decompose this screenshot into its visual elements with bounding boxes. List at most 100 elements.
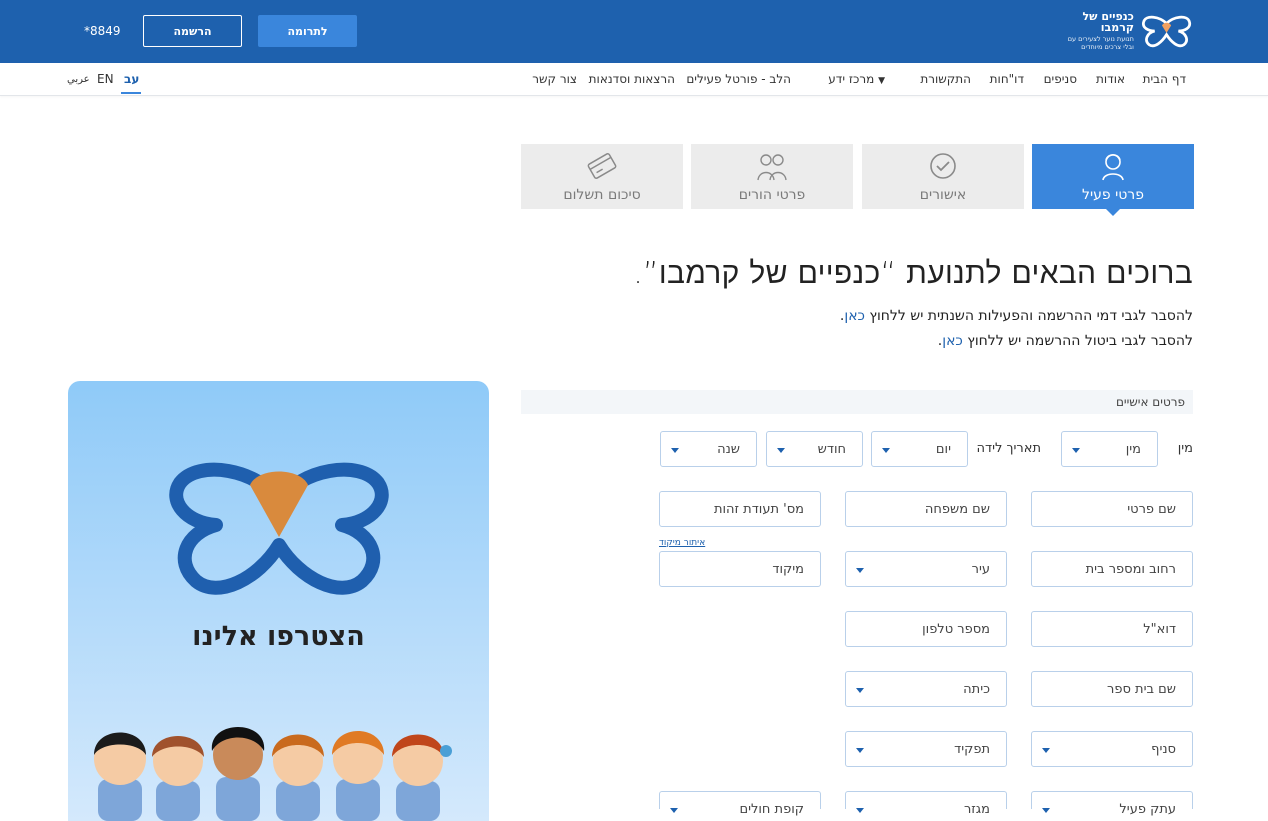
logo-tagline: תנועת נוער לצעירים עם <box>1067 34 1134 43</box>
info-text: להסבר לגבי ביטול ההרשמה יש ללחוץ <box>962 333 1193 349</box>
lang-hebrew[interactable]: עב <box>124 72 139 86</box>
checkmark-icon <box>930 153 956 179</box>
info-text: להסבר לגבי דמי ההרשמה והפעילות השנתית יש… <box>864 308 1193 324</box>
nav-item-reports[interactable]: דו"חות <box>990 72 1024 86</box>
phone-number[interactable]: *8849 <box>84 24 121 38</box>
active-lang-indicator <box>121 92 141 94</box>
birth-month-select[interactable]: חודש <box>766 431 863 467</box>
nav-item-about[interactable]: אודות <box>1096 72 1125 86</box>
placeholder: מספר טלפון <box>922 622 990 637</box>
select-value: שנה <box>717 442 740 457</box>
select-value: תפקיד <box>954 742 990 757</box>
id-number-field[interactable]: מס' תעודת זהות <box>659 491 821 527</box>
logo-tagline: ובלי צרכים מיוחדים <box>1081 43 1134 51</box>
chevron-down-icon <box>1072 448 1080 453</box>
step-active-details[interactable]: פרטי פעיל <box>1032 144 1194 209</box>
school-field[interactable]: שם בית ספר <box>1031 671 1193 707</box>
gender-select[interactable]: מין <box>1061 431 1158 467</box>
active-step-pointer <box>1106 209 1120 216</box>
butterfly-logo-icon <box>169 462 389 595</box>
birth-year-select[interactable]: שנה <box>660 431 757 467</box>
nav-item-portal[interactable]: הלב - פורטל פעילים <box>686 72 791 86</box>
chevron-down-icon <box>856 688 864 693</box>
cancellation-link[interactable]: כאן <box>942 333 963 349</box>
page-title: ברוכים הבאים לתנועת “כנפיים של קרמבו”. <box>633 256 1193 291</box>
nav-item-knowledge-label: מרכז ידע <box>828 72 875 86</box>
lang-english[interactable]: EN <box>97 72 114 86</box>
chevron-down-icon <box>671 448 679 453</box>
personal-details-header: פרטים אישיים <box>521 390 1193 414</box>
last-name-field[interactable]: שם משפחה <box>845 491 1007 527</box>
step-label: פרטי פעיל <box>1082 187 1144 203</box>
step-label: אישורים <box>919 187 967 203</box>
placeholder: דוא"ל <box>1143 622 1176 637</box>
bottom-select-2[interactable]: מגזר <box>845 791 1007 817</box>
logo[interactable]: כנפיים של קרמבו תנועת נוער לצעירים עם וב… <box>1053 9 1193 51</box>
butterfly-logo-icon <box>1141 15 1191 48</box>
branch-select[interactable]: סניף <box>1031 731 1193 767</box>
chevron-down-icon <box>1042 748 1050 753</box>
person-icon <box>1102 153 1124 181</box>
children-illustration <box>94 727 452 821</box>
step-parents[interactable]: פרטי הורים <box>691 144 853 209</box>
placeholder: שם פרטי <box>1127 502 1176 517</box>
nav-item-media[interactable]: התקשורת <box>920 72 971 86</box>
bottom-select-3[interactable]: קופת חולים <box>659 791 821 817</box>
zip-field[interactable]: מיקוד <box>659 551 821 587</box>
placeholder: רחוב ומספר בית <box>1085 562 1176 577</box>
register-button[interactable]: הרשמה <box>143 15 242 47</box>
placeholder: מיקוד <box>772 562 804 577</box>
select-value: מגזר <box>963 802 990 817</box>
birth-date-label: תאריך לידה <box>976 441 1041 456</box>
placeholder: שם משפחה <box>924 502 990 517</box>
placeholder: מס' תעודת זהות <box>713 502 804 517</box>
donate-button[interactable]: לתרומה <box>258 15 357 47</box>
placeholder: שם בית ספר <box>1107 682 1176 697</box>
select-value: סניף <box>1151 742 1176 757</box>
cancellation-info: להסבר לגבי ביטול ההרשמה יש ללחוץ כאן. <box>938 333 1193 349</box>
step-approvals[interactable]: אישורים <box>862 144 1024 209</box>
select-value: חודש <box>817 442 846 457</box>
nav-item-knowledge[interactable]: מרכז ידע ▼ <box>828 72 891 86</box>
bottom-select-1[interactable]: עתק פעיל <box>1031 791 1193 817</box>
gender-label: מין <box>1177 441 1193 456</box>
city-select[interactable]: עיר <box>845 551 1007 587</box>
nav-item-home[interactable]: דף הבית <box>1143 72 1186 86</box>
section-title: פרטים אישיים <box>1115 395 1185 409</box>
chevron-down-icon <box>882 448 890 453</box>
nav-item-contact[interactable]: צור קשר <box>532 72 577 86</box>
fees-link[interactable]: כאן <box>844 308 865 324</box>
step-label: פרטי הורים <box>738 187 806 203</box>
select-value: עתק פעיל <box>1119 802 1176 817</box>
nav-item-lectures[interactable]: הרצאות וסדנאות <box>589 72 675 86</box>
select-value: עיר <box>971 562 990 577</box>
main-nav: דף הבית אודות סניפים דו"חות התקשורת מרכז… <box>0 63 1268 96</box>
lang-arabic[interactable]: عربي <box>67 74 90 85</box>
chevron-down-icon <box>856 568 864 573</box>
select-value: קופת חולים <box>739 802 804 817</box>
registration-fee-info: להסבר לגבי דמי ההרשמה והפעילות השנתית יש… <box>840 308 1193 324</box>
credit-card-icon <box>587 153 617 179</box>
role-select[interactable]: תפקיד <box>845 731 1007 767</box>
chevron-down-icon <box>856 748 864 753</box>
chevron-down-icon <box>777 448 785 453</box>
select-value: כיתה <box>963 682 990 697</box>
logo-name: כנפיים של קרמבו <box>1082 9 1134 34</box>
email-field[interactable]: דוא"ל <box>1031 611 1193 647</box>
grade-select[interactable]: כיתה <box>845 671 1007 707</box>
select-value: מין <box>1125 442 1141 457</box>
join-us-title: הצטרפו אלינו <box>192 621 365 652</box>
join-us-banner: הצטרפו אלינו <box>68 381 489 821</box>
birth-day-select[interactable]: יום <box>871 431 968 467</box>
step-label: סיכום תשלום <box>563 187 641 203</box>
phone-field[interactable]: מספר טלפון <box>845 611 1007 647</box>
first-name-field[interactable]: שם פרטי <box>1031 491 1193 527</box>
street-field[interactable]: רחוב ומספר בית <box>1031 551 1193 587</box>
zip-lookup-link[interactable]: איתור מיקוד <box>659 538 705 548</box>
step-payment[interactable]: סיכום תשלום <box>521 144 683 209</box>
chevron-down-icon: ▼ <box>878 76 885 86</box>
top-header: כנפיים של קרמבו תנועת נוער לצעירים עם וב… <box>0 0 1268 63</box>
parents-icon <box>757 154 787 181</box>
nav-item-branches[interactable]: סניפים <box>1044 72 1077 86</box>
select-value: יום <box>935 442 951 457</box>
